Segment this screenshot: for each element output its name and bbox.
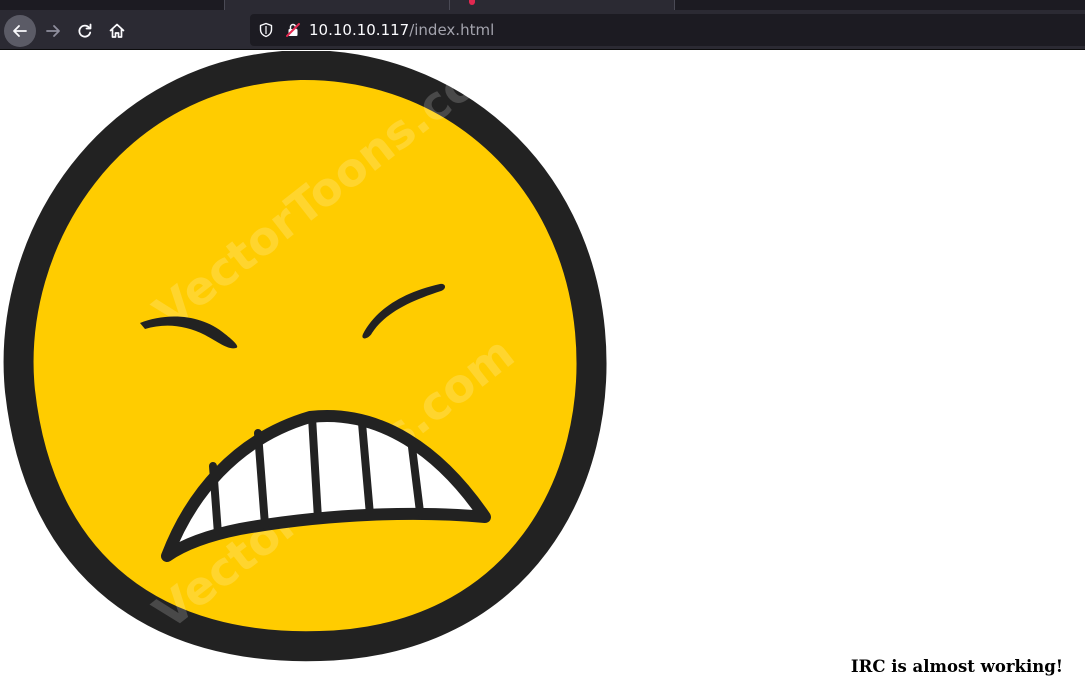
insecure-lock-icon[interactable] bbox=[285, 22, 301, 38]
tab[interactable] bbox=[225, 0, 450, 10]
tab[interactable] bbox=[450, 0, 675, 10]
angry-face-image: VectorToons.com VectorToons.com bbox=[0, 26, 640, 671]
browser-toolbar: 10.10.10.117/index.html bbox=[0, 0, 1085, 50]
tab[interactable] bbox=[0, 0, 225, 10]
home-icon bbox=[109, 23, 125, 38]
url-text[interactable]: 10.10.10.117/index.html bbox=[309, 14, 494, 46]
home-button[interactable] bbox=[101, 15, 133, 47]
angry-face-icon: VectorToons.com VectorToons.com bbox=[3, 26, 607, 662]
forward-button[interactable] bbox=[37, 15, 69, 47]
tab-strip bbox=[0, 0, 1085, 10]
url-host: 10.10.10.117 bbox=[309, 21, 410, 39]
back-button[interactable] bbox=[4, 15, 36, 47]
address-bar[interactable]: 10.10.10.117/index.html bbox=[250, 14, 1085, 46]
reload-button[interactable] bbox=[69, 15, 101, 47]
arrow-right-icon bbox=[46, 25, 60, 37]
shield-icon[interactable] bbox=[258, 22, 274, 38]
reload-icon bbox=[78, 23, 92, 38]
arrow-left-icon bbox=[13, 25, 27, 37]
status-heading: IRC is almost working! bbox=[850, 657, 1063, 676]
url-path: /index.html bbox=[409, 21, 495, 39]
